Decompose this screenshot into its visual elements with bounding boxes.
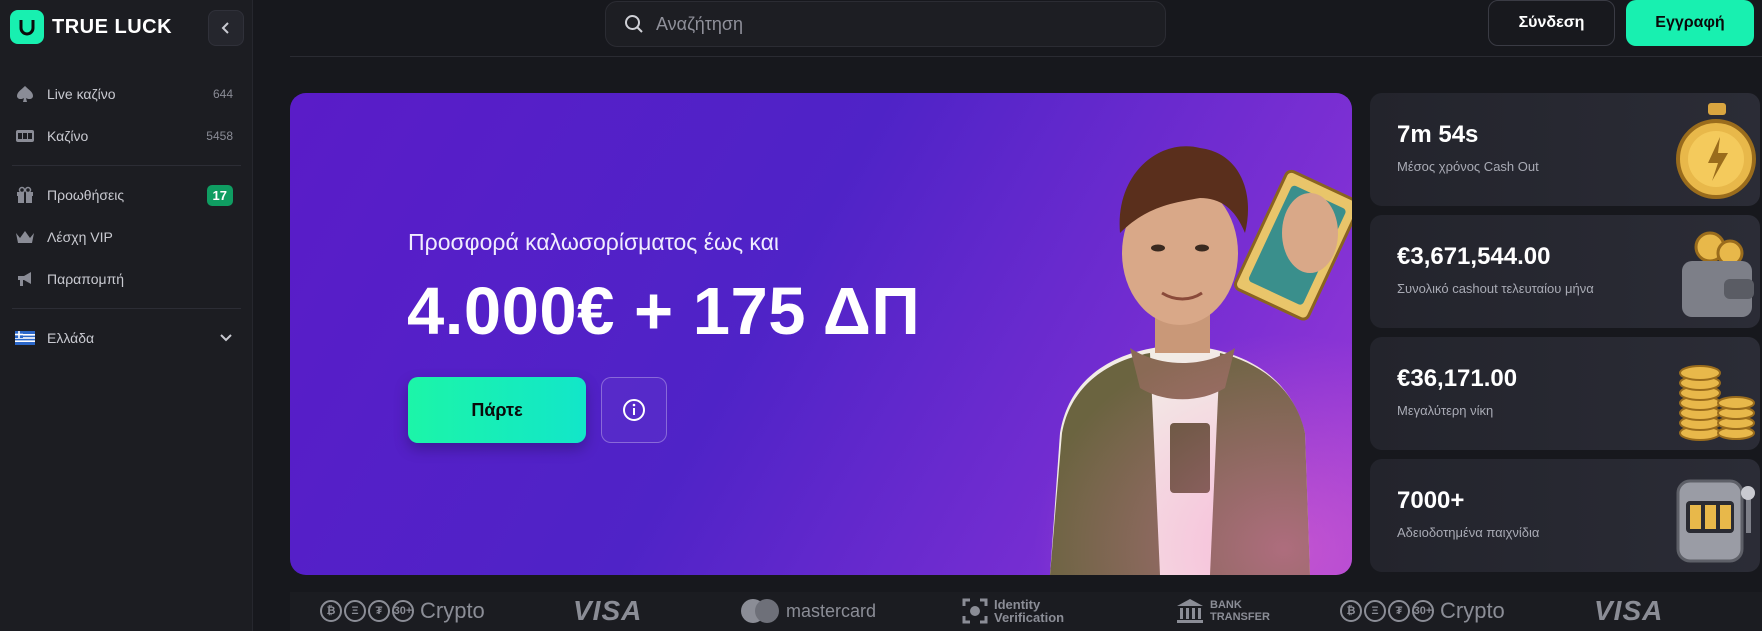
stat-value: 7m 54s xyxy=(1397,121,1479,148)
stopwatch-icon xyxy=(1676,103,1756,199)
chevron-down-icon xyxy=(220,334,232,342)
crown-icon xyxy=(14,226,36,248)
bonus-info-button[interactable] xyxy=(601,377,667,443)
mastercard-logo: mastercard xyxy=(740,594,876,628)
visa-label: VISA xyxy=(1594,595,1664,626)
sidebar: TRUE LUCK Live καζίνο 644 Καζίνο 5458 Πρ… xyxy=(0,0,253,631)
promotions-badge: 17 xyxy=(206,184,233,206)
collapse-sidebar-button[interactable] xyxy=(208,10,244,46)
sidebar-item-label: Προωθήσεις xyxy=(47,187,125,203)
greece-flag-icon xyxy=(14,327,36,349)
stat-card-biggest-win: €36,171.00 Μεγαλύτερη νίκη xyxy=(1370,337,1760,450)
chevron-left-icon xyxy=(221,22,229,34)
stat-label: Αδειοδοτημένα παιχνίδια xyxy=(1397,525,1540,540)
crypto-payment-logo: ₿ Ξ ₮ 30+ Crypto xyxy=(320,594,485,628)
info-icon xyxy=(623,399,645,421)
slot-machine-icon xyxy=(1676,479,1755,563)
sidebar-item-vip-club[interactable]: Λέσχη VIP xyxy=(0,216,253,258)
sidebar-item-label: Live καζίνο xyxy=(47,86,116,102)
sidebar-item-label: Λέσχη VIP xyxy=(47,229,113,245)
spade-icon xyxy=(14,83,36,105)
item-count: 5458 xyxy=(206,129,233,143)
stat-card-licensed-games: 7000+ Αδειοδοτημένα παιχνίδια xyxy=(1370,459,1760,572)
mastercard-label: mastercard xyxy=(786,600,877,621)
crypto-coins-icon: ₿ Ξ ₮ 30+ xyxy=(1340,600,1434,622)
horseshoe-icon xyxy=(10,10,44,44)
crypto-coins-icon: ₿ Ξ ₮ 30+ xyxy=(320,600,414,622)
coins-stack-icon xyxy=(1679,365,1755,441)
register-button[interactable]: Εγγραφή xyxy=(1626,0,1754,46)
sidebar-item-referral[interactable]: Παραπομπή xyxy=(0,258,253,300)
stat-value: 7000+ xyxy=(1397,487,1465,514)
login-button[interactable]: Σύνδεση xyxy=(1488,0,1615,46)
logo[interactable]: TRUE LUCK xyxy=(10,10,172,44)
stat-card-monthly-cashout: €3,671,544.00 Συνολικό cashout τελευταίο… xyxy=(1370,215,1760,328)
divider xyxy=(290,56,1762,57)
crypto-label: Crypto xyxy=(420,598,485,623)
hero-subtitle: Προσφορά καλωσορίσματος έως και xyxy=(408,229,780,255)
bank-transfer-logo: BANK TRANSFER xyxy=(1176,594,1270,628)
adventurer-illustration xyxy=(1050,146,1352,575)
stat-label: Συνολικό cashout τελευταίου μήνα xyxy=(1397,281,1594,296)
brand-name: TRUE LUCK xyxy=(52,15,173,38)
language-selector[interactable]: Ελλάδα xyxy=(0,317,253,359)
crypto-label: Crypto xyxy=(1440,598,1505,623)
crypto-payment-logo: ₿ Ξ ₮ 30+ Crypto xyxy=(1340,594,1505,628)
sidebar-item-label: Καζίνο xyxy=(47,128,89,144)
hero-title: 4.000€ + 175 ΔΠ xyxy=(407,274,921,349)
language-label: Ελλάδα xyxy=(47,330,95,346)
bank-label-line2: TRANSFER xyxy=(1210,611,1270,623)
item-count: 644 xyxy=(212,87,233,101)
divider xyxy=(12,308,241,309)
divider xyxy=(12,165,241,166)
gift-icon xyxy=(14,184,36,206)
sidebar-nav: Live καζίνο 644 Καζίνο 5458 Προωθήσεις 1… xyxy=(0,73,253,359)
crypto-more-label: 30+ xyxy=(1412,600,1434,622)
visa-logo: VISA xyxy=(573,594,642,628)
identity-verification-logo: Identity Verification xyxy=(962,594,1064,628)
sidebar-item-label: Παραπομπή xyxy=(47,271,125,287)
bank-label-line1: BANK xyxy=(1210,599,1242,611)
hero-banner[interactable]: Προσφορά καλωσορίσματος έως και 4.000€ +… xyxy=(290,93,1352,575)
stat-value: €36,171.00 xyxy=(1397,365,1518,392)
wallet-icon xyxy=(1682,231,1754,317)
bank-icon xyxy=(1177,599,1203,623)
mastercard-icon xyxy=(741,599,779,623)
crypto-more-label: 30+ xyxy=(392,600,414,622)
slot-machine-icon xyxy=(14,125,36,147)
claim-bonus-button[interactable]: Πάρτε xyxy=(408,377,586,443)
stat-value: €3,671,544.00 xyxy=(1397,243,1551,270)
identity-label-line2: Verification xyxy=(994,610,1065,625)
identity-scan-icon xyxy=(962,598,988,624)
megaphone-icon xyxy=(14,268,36,290)
stat-card-cashout-time: 7m 54s Μέσος χρόνος Cash Out xyxy=(1370,93,1760,206)
stat-label: Μεγαλύτερη νίκη xyxy=(1397,403,1494,418)
stat-label: Μέσος χρόνος Cash Out xyxy=(1397,159,1539,174)
search-input[interactable] xyxy=(656,13,1136,35)
search-bar[interactable] xyxy=(605,1,1166,47)
sidebar-item-promotions[interactable]: Προωθήσεις 17 xyxy=(0,174,253,216)
visa-label: VISA xyxy=(573,595,643,626)
visa-logo: VISA xyxy=(1594,594,1663,628)
search-icon xyxy=(625,15,643,33)
sidebar-item-casino[interactable]: Καζίνο 5458 xyxy=(0,115,253,157)
sidebar-item-live-casino[interactable]: Live καζίνο 644 xyxy=(0,73,253,115)
